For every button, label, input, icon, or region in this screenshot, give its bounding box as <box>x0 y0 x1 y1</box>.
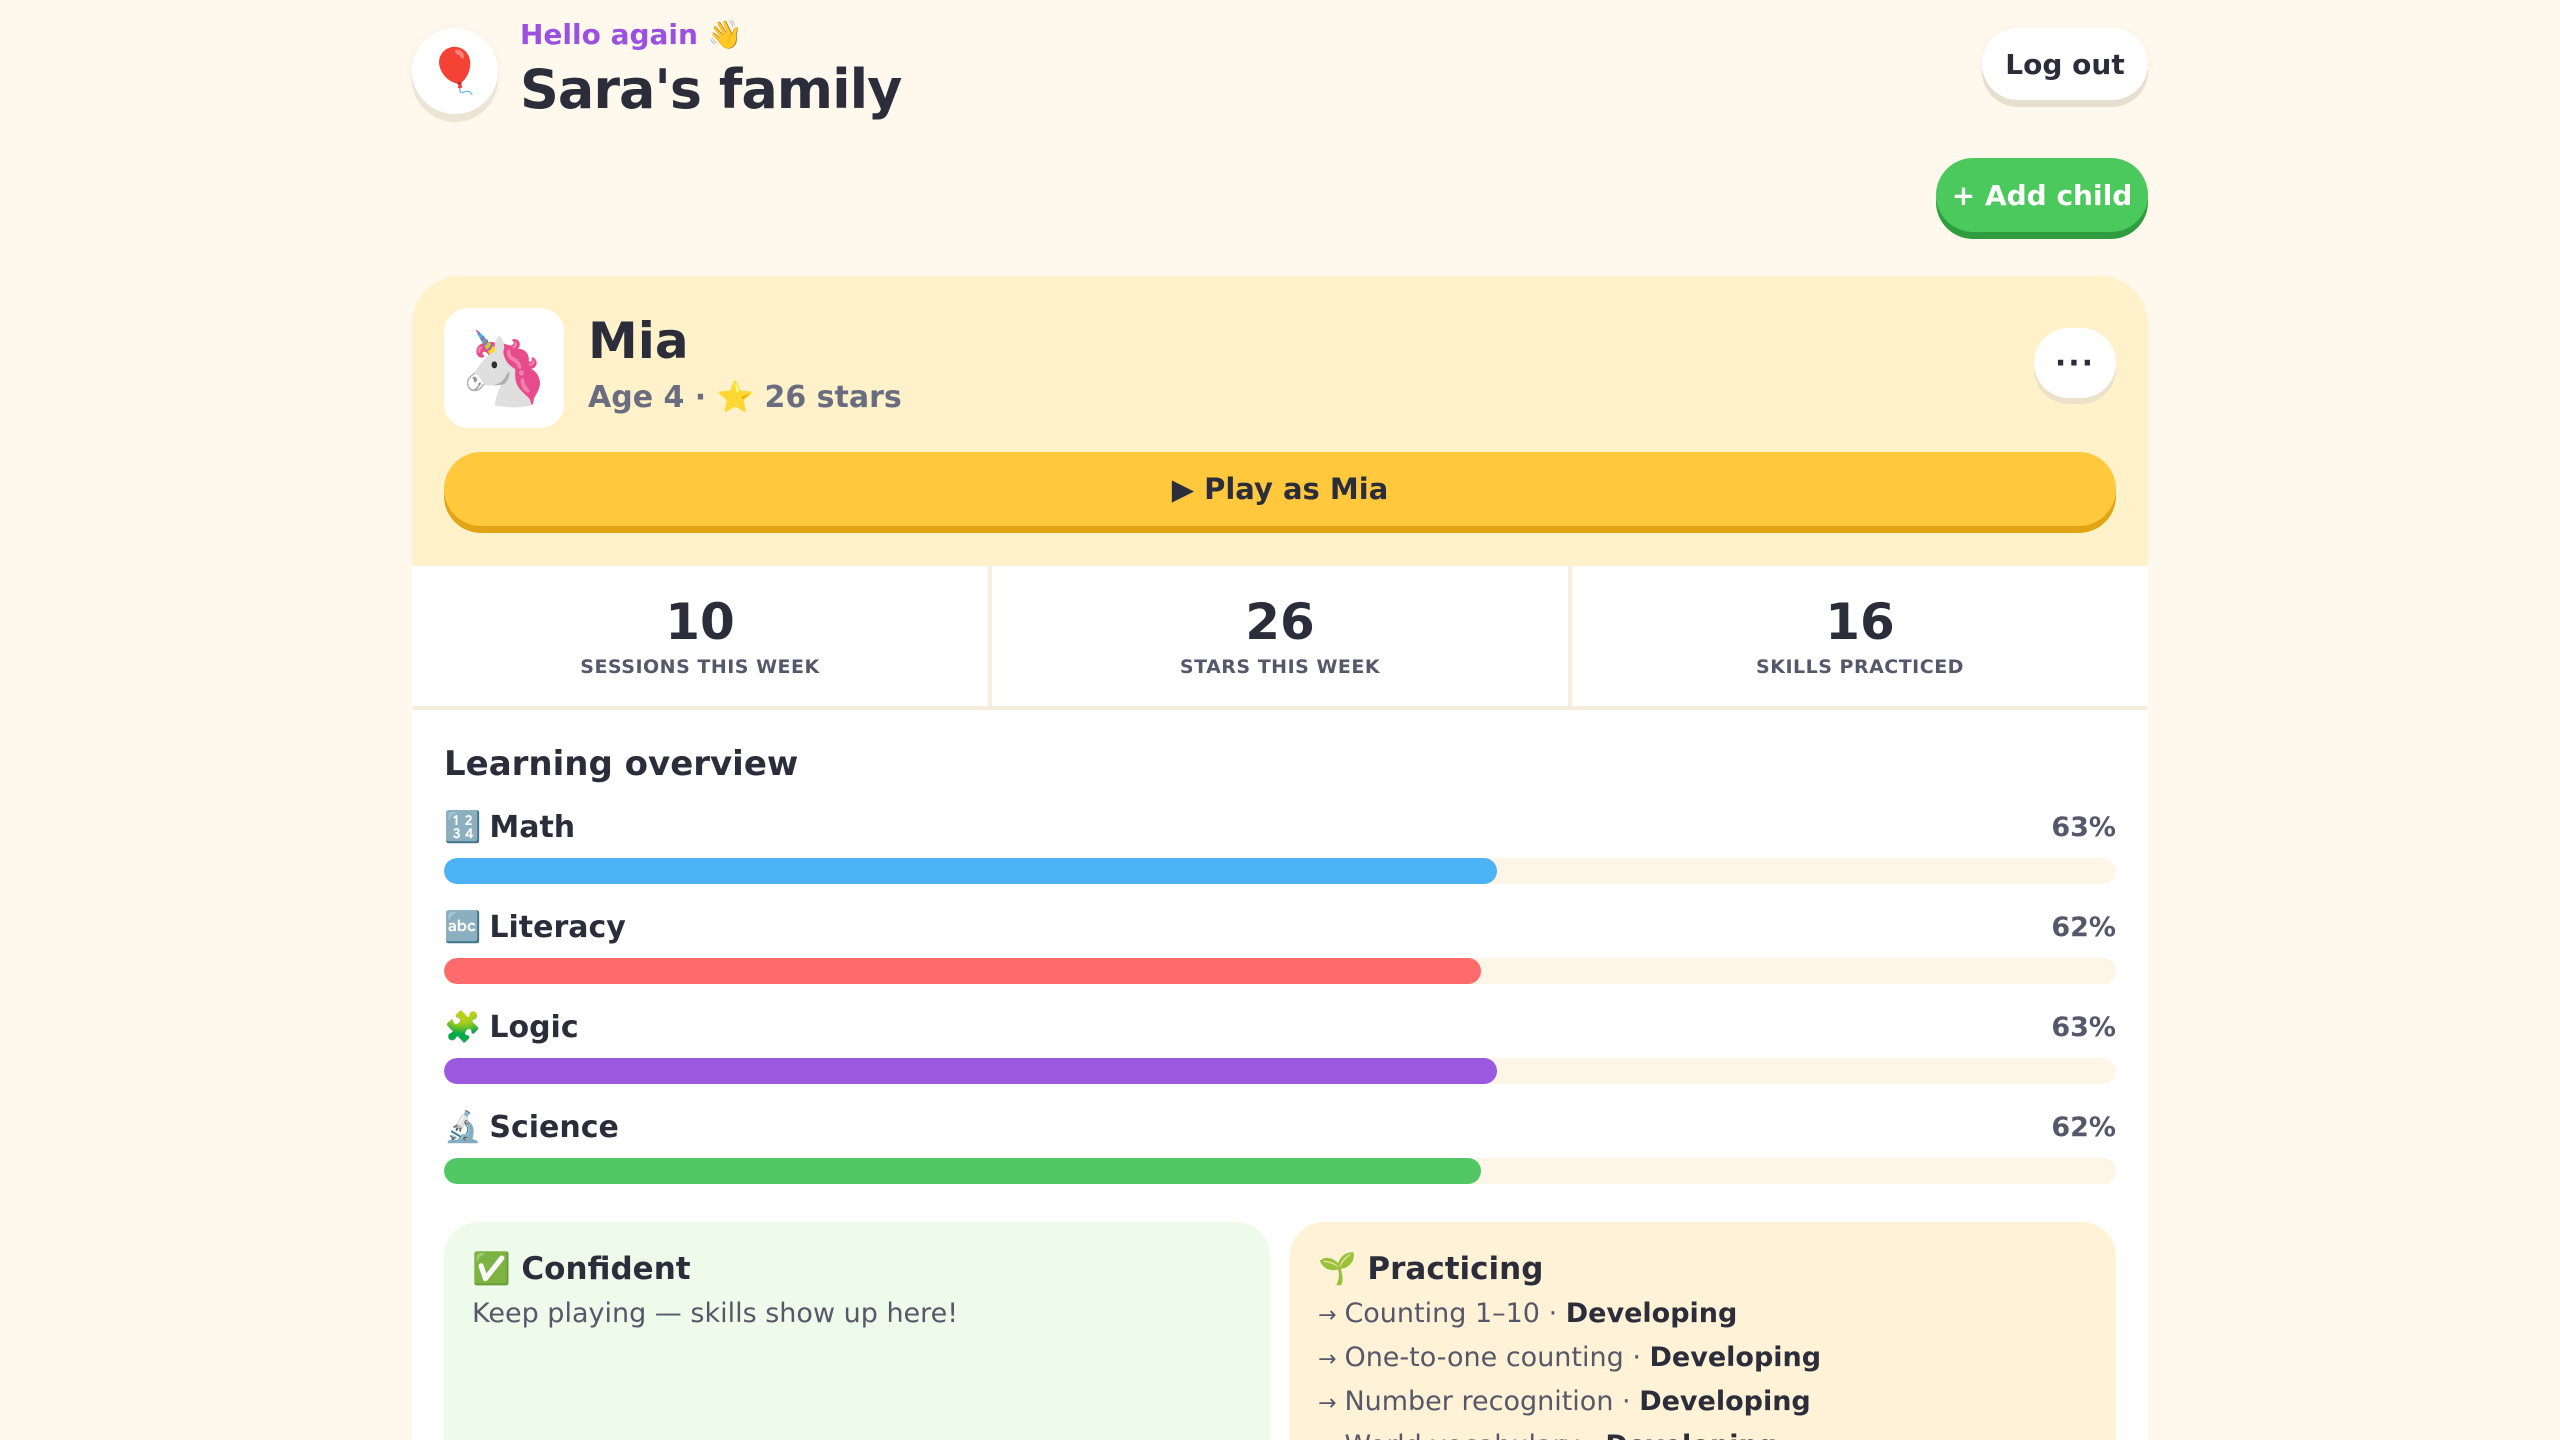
skill-name: Counting 1–10 · <box>1344 1298 1566 1329</box>
skill-level: Developing <box>1649 1342 1822 1373</box>
subject-label: 🔢 Math <box>444 810 575 845</box>
progress-track <box>444 1158 2116 1184</box>
arrow-right-icon: → <box>1318 1347 1337 1372</box>
subject-science: 🔬 Science 62% <box>444 1110 2116 1210</box>
header: 🎈 Hello again 👋 Sara's family Log out <box>412 18 2148 128</box>
child-card: 🦄 Mia Age 4 · ⭐ 26 stars ··· ▶ Play as M… <box>412 276 2148 1440</box>
subject-logic: 🧩 Logic 63% <box>444 1010 2116 1110</box>
subject-name: Literacy <box>489 910 626 945</box>
subject-label: 🧩 Logic <box>444 1010 579 1045</box>
practicing-panel: 🌱 Practicing → Counting 1–10 · Developing… <box>1290 1222 2116 1440</box>
stat-skills: 16 SKILLS PRACTICED <box>1572 566 2148 706</box>
subject-literacy: 🔤 Literacy 62% <box>444 910 2116 1010</box>
skill-name: One-to-one counting · <box>1344 1342 1650 1373</box>
list-item: → Counting 1–10 · Developing <box>1318 1298 1821 1342</box>
numbers-icon: 🔢 <box>444 810 482 845</box>
learning-overview-title: Learning overview <box>444 744 799 784</box>
page-title: Sara's family <box>520 58 902 121</box>
subject-percent: 63% <box>2051 1012 2116 1043</box>
stat-value: 10 <box>665 592 735 651</box>
stat-sessions: 10 SESSIONS THIS WEEK <box>412 566 988 706</box>
subject-label: 🔤 Literacy <box>444 910 626 945</box>
dashboard-page: 🎈 Hello again 👋 Sara's family Log out + … <box>412 0 2148 1440</box>
balloon-logo-icon: 🎈 <box>412 28 498 114</box>
stat-label: STARS THIS WEEK <box>1179 655 1381 678</box>
skill-level: Developing <box>1605 1430 1777 1440</box>
add-child-button[interactable]: + Add child <box>1936 158 2148 232</box>
child-name: Mia <box>588 312 689 370</box>
confident-title: ✅ Confident <box>472 1251 691 1287</box>
play-as-child-button[interactable]: ▶ Play as Mia <box>444 452 2116 526</box>
subject-math: 🔢 Math 63% <box>444 810 2116 910</box>
child-card-header: 🦄 Mia Age 4 · ⭐ 26 stars ··· ▶ Play as M… <box>412 276 2148 566</box>
subject-name: Science <box>489 1110 619 1145</box>
stat-stars: 26 STARS THIS WEEK <box>992 566 1568 706</box>
more-options-button[interactable]: ··· <box>2034 328 2116 398</box>
unicorn-avatar-icon: 🦄 <box>444 308 564 428</box>
microscope-icon: 🔬 <box>444 1110 482 1145</box>
progress-track <box>444 858 2116 884</box>
skill-level: Developing <box>1565 1298 1738 1329</box>
progress-fill <box>444 1058 1498 1084</box>
subject-name: Logic <box>489 1010 579 1045</box>
arrow-right-icon: → <box>1318 1435 1336 1440</box>
stat-label: SESSIONS THIS WEEK <box>580 655 820 678</box>
stat-value: 16 <box>1825 592 1895 651</box>
subject-percent: 63% <box>2051 812 2116 843</box>
puzzle-icon: 🧩 <box>444 1010 482 1045</box>
list-item: → One-to-one counting · Developing <box>1318 1342 1821 1386</box>
skill-name: World vocabulary · <box>1344 1430 1605 1440</box>
confident-empty-text: Keep playing — skills show up here! <box>472 1298 959 1329</box>
progress-track <box>444 958 2116 984</box>
progress-track <box>444 1058 2116 1084</box>
arrow-right-icon: → <box>1318 1391 1337 1416</box>
stats-row: 10 SESSIONS THIS WEEK 26 STARS THIS WEEK… <box>412 566 2148 706</box>
list-item: → Number recognition · Developing <box>1318 1386 1821 1430</box>
divider <box>412 706 2148 710</box>
subject-name: Math <box>489 810 576 845</box>
stat-value: 26 <box>1245 592 1315 651</box>
stat-label: SKILLS PRACTICED <box>1756 655 1964 678</box>
skill-name: Number recognition · <box>1344 1386 1640 1417</box>
greeting-text: Hello again 👋 <box>520 18 743 51</box>
arrow-right-icon: → <box>1318 1303 1337 1328</box>
confident-panel: ✅ Confident Keep playing — skills show u… <box>444 1222 1270 1440</box>
child-age-stars: Age 4 · ⭐ 26 stars <box>588 380 902 415</box>
progress-fill <box>444 958 1481 984</box>
logout-button[interactable]: Log out <box>1982 28 2148 100</box>
skill-level: Developing <box>1639 1386 1811 1417</box>
list-item: → World vocabulary · Developing <box>1318 1430 1821 1440</box>
practicing-skill-list: → Counting 1–10 · Developing → One-to-one … <box>1318 1298 1821 1440</box>
progress-fill <box>444 1158 1481 1184</box>
progress-fill <box>444 858 1498 884</box>
subject-percent: 62% <box>2051 1112 2116 1143</box>
letters-icon: 🔤 <box>444 910 482 945</box>
subject-label: 🔬 Science <box>444 1110 619 1145</box>
subject-list: 🔢 Math 63% 🔤 Literacy 62% 🧩 Logic 63% 🔬 Scie… <box>444 810 2116 1210</box>
practicing-title: 🌱 Practicing <box>1318 1251 1544 1287</box>
subject-percent: 62% <box>2051 912 2116 943</box>
